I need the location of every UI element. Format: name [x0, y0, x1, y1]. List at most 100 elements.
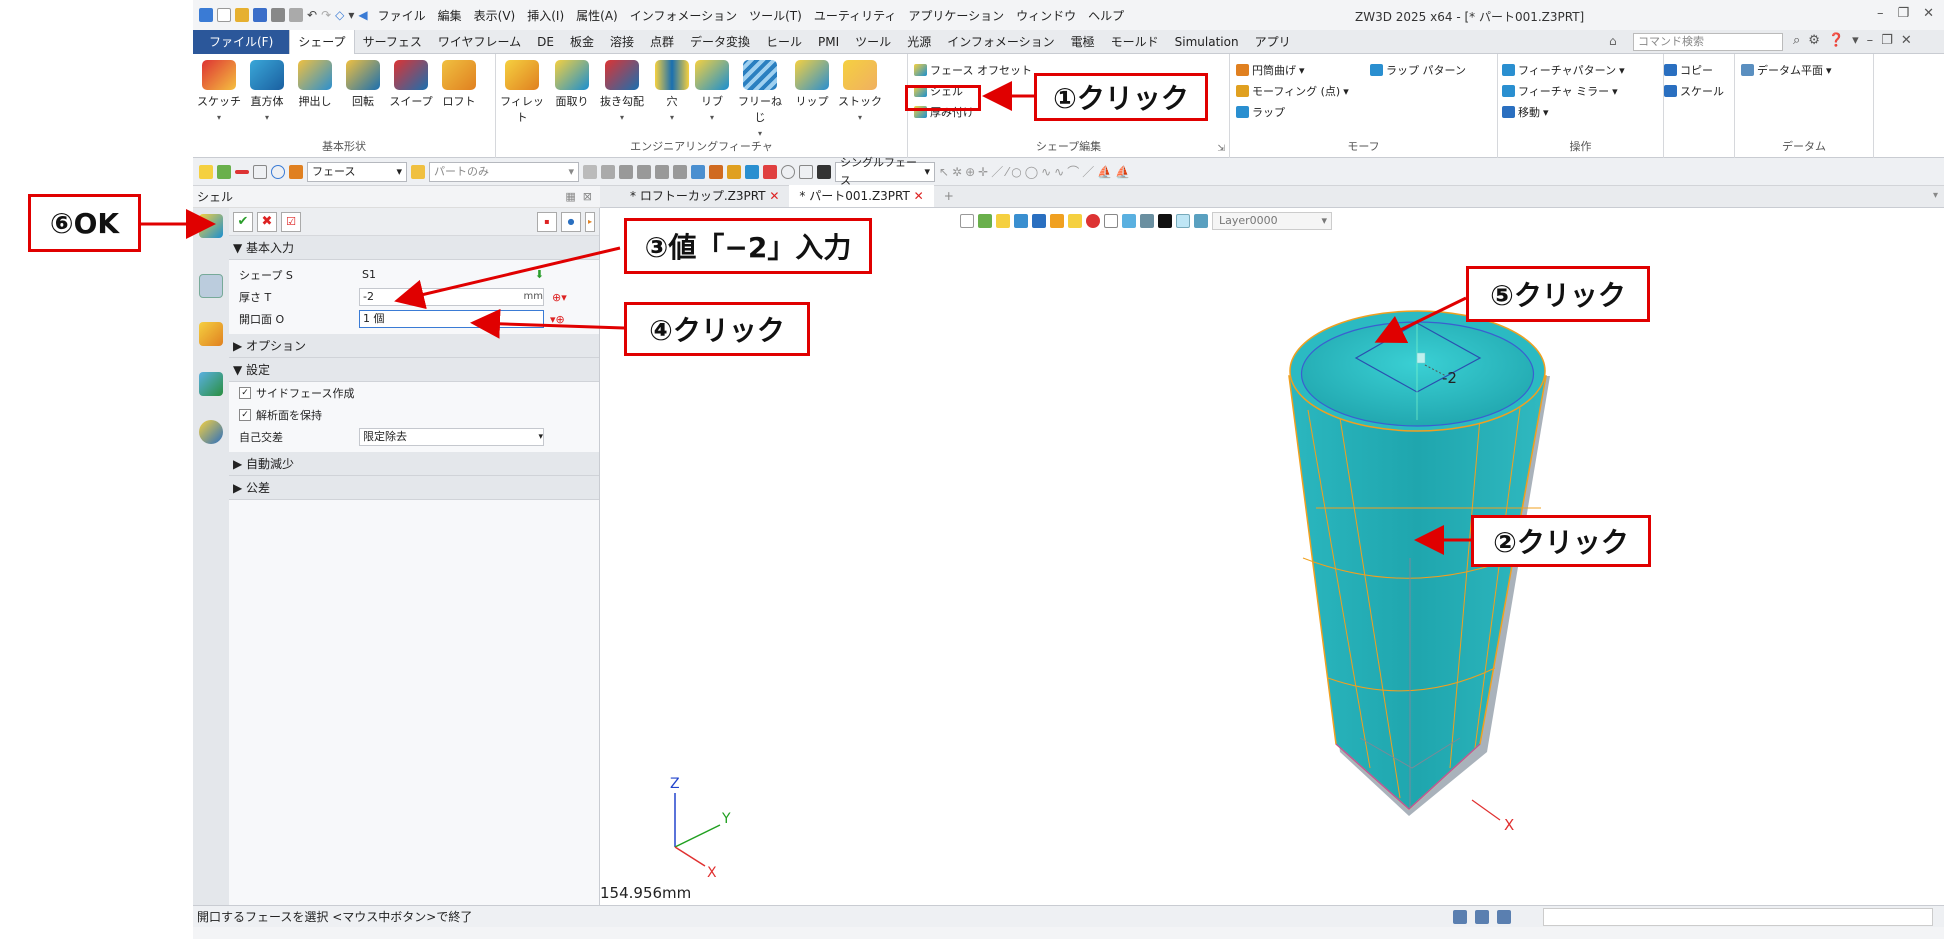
history-icon[interactable] [199, 274, 223, 298]
menu-window[interactable]: ウィンドウ [1016, 7, 1076, 24]
ok-button[interactable]: ✔ [233, 211, 253, 232]
section-settings[interactable]: ▼ 設定 [229, 358, 599, 382]
status-icon-3[interactable] [1497, 910, 1511, 924]
tab-sheetmetal[interactable]: 板金 [562, 30, 602, 54]
scope-combo[interactable]: パートのみ ▾ [429, 161, 579, 182]
section-tolerance[interactable]: ▶ 公差 [229, 476, 599, 500]
repeat-icon[interactable]: ◇ [335, 8, 344, 22]
morph-point-button[interactable]: モーフィング (点) ▾ [1236, 83, 1349, 99]
stock-button[interactable]: ストック ▾ [836, 60, 884, 122]
menu-info[interactable]: インフォメーション [630, 7, 737, 24]
tab-information[interactable]: インフォメーション [939, 30, 1062, 54]
tb-icon-7[interactable] [691, 164, 705, 179]
tb-icon-2[interactable] [601, 164, 615, 179]
command-search-input[interactable]: コマンド検索 [1633, 33, 1783, 51]
panel-option-icon-3[interactable]: ▸ [585, 211, 595, 232]
section-options[interactable]: ▶ オプション [229, 334, 599, 358]
cylinder-bend-button[interactable]: 円筒曲げ ▾ [1236, 62, 1305, 78]
feature-pattern-button[interactable]: フィーチャパターン ▾ [1502, 62, 1625, 78]
fillet-button[interactable]: フィレット [498, 60, 546, 125]
minimize-icon[interactable]: – [1877, 6, 1884, 21]
rib-button[interactable]: リブ ▾ [688, 60, 736, 122]
new-icon[interactable] [217, 8, 231, 22]
tab-weld[interactable]: 溶接 [602, 30, 642, 54]
new-tab-button[interactable]: + [934, 185, 964, 207]
tab-app[interactable]: アプリ [1247, 30, 1299, 54]
user-icon[interactable] [199, 420, 223, 444]
lip-button[interactable]: リップ [788, 60, 836, 109]
tab-file[interactable]: ファイル(F) [193, 29, 290, 54]
tb-icon-12[interactable] [781, 164, 795, 179]
assembly-icon[interactable] [199, 322, 223, 346]
menu-tools[interactable]: ツール(T) [749, 7, 802, 24]
pick-mode-icon[interactable] [199, 164, 213, 179]
ribbon-dropdown-icon[interactable]: ▾ [1852, 33, 1859, 48]
tab-electrode[interactable]: 電極 [1063, 30, 1103, 54]
undo-icon[interactable]: ↶ [307, 8, 317, 22]
shape-manager-icon[interactable] [199, 214, 223, 238]
tab-tools[interactable]: ツール [847, 30, 899, 54]
shape-field[interactable]: S1 ⬇ [359, 266, 544, 284]
filter-combo[interactable]: フェース ▾ [307, 161, 407, 182]
tb-icon-11[interactable] [763, 164, 777, 179]
wrap-button[interactable]: ラップ [1236, 104, 1285, 120]
menu-file[interactable]: ファイル [378, 7, 426, 24]
search-icon[interactable]: ⌕ [1793, 33, 1800, 48]
draft-button[interactable]: 抜き勾配 ▾ [598, 60, 646, 122]
tb-icon-13[interactable] [799, 164, 813, 179]
snap-icons[interactable]: ↖✲⊕✛／⁄○◯∿∿⌒／⛵⛵ [939, 163, 1133, 180]
menu-application[interactable]: アプリケーション [908, 7, 1004, 24]
collapse-ribbon-icon[interactable]: ⌂ [1609, 34, 1617, 48]
tb-icon-4[interactable] [637, 164, 651, 179]
section-auto-reduce[interactable]: ▶ 自動減少 [229, 452, 599, 476]
tab-wireframe[interactable]: ワイヤフレーム [430, 30, 529, 54]
menu-edit[interactable]: 編集 [438, 7, 462, 24]
sweep-button[interactable]: スイープ [387, 60, 435, 109]
status-icon-2[interactable] [1475, 910, 1489, 924]
remove-icon[interactable] [235, 169, 249, 174]
tb-icon-9[interactable] [727, 164, 741, 179]
menu-insert[interactable]: 挿入(I) [527, 7, 564, 24]
print-icon[interactable] [271, 8, 285, 22]
box-button[interactable]: 直方体 ▾ [243, 60, 291, 122]
close-icon[interactable]: ✕ [1923, 6, 1934, 21]
status-input[interactable] [1543, 908, 1933, 926]
free-thread-button[interactable]: フリーねじ ▾ [736, 60, 784, 138]
thickness-target-icon[interactable]: ⊕▾ [552, 291, 567, 304]
tab-heal[interactable]: ヒール [758, 30, 810, 54]
tab-shape[interactable]: シェープ [289, 29, 355, 54]
revolve-button[interactable]: 回転 [339, 60, 387, 109]
qat-dropdown-icon[interactable]: ▾ [348, 8, 354, 22]
menu-help[interactable]: ヘルプ [1088, 7, 1124, 24]
tab-mold[interactable]: モールド [1103, 30, 1167, 54]
extrude-button[interactable]: 押出し [291, 60, 339, 109]
tb-icon-6[interactable] [673, 164, 687, 179]
status-icon-1[interactable] [1453, 910, 1467, 924]
apply-button[interactable]: ☑ [281, 211, 301, 232]
open-icon[interactable] [235, 8, 249, 22]
tb-icon-14[interactable] [817, 164, 831, 179]
tab-de[interactable]: DE [529, 30, 562, 54]
add-icon[interactable] [217, 164, 231, 179]
menu-attribute[interactable]: 属性(A) [576, 7, 618, 24]
tb-icon-3[interactable] [619, 164, 633, 179]
self-intersect-select[interactable]: 限定除去 ▾ [359, 428, 544, 446]
shape-pick-icon[interactable]: ⬇ [535, 267, 544, 283]
tb-icon-10[interactable] [745, 164, 759, 179]
panel-option-icon-2[interactable]: ● [561, 211, 581, 232]
panel-option-icon-1[interactable]: ▪ [537, 211, 557, 232]
scale-button[interactable]: スケール [1664, 83, 1724, 99]
panel-close-icon[interactable]: ⊠ [583, 190, 592, 203]
pick-combo[interactable]: シングルフェース ▾ [835, 156, 935, 187]
doc-minimize-icon[interactable]: – [1867, 33, 1874, 48]
menu-view[interactable]: 表示(V) [474, 7, 516, 24]
tab-list-icon[interactable]: ▾ [1933, 185, 1938, 207]
opening-pick-icon[interactable]: ▾⊕ [550, 313, 565, 326]
tab-data-convert[interactable]: データ変換 [682, 30, 758, 54]
side-face-checkbox[interactable]: ✓ [239, 387, 251, 399]
doc-tab-close-icon[interactable]: ✕ [769, 189, 779, 203]
loft-button[interactable]: ロフト [435, 60, 483, 109]
datum-plane-button[interactable]: データム平面 ▾ [1741, 62, 1832, 78]
tb-icon-8[interactable] [709, 164, 723, 179]
thickness-input[interactable]: -2 mm [359, 288, 544, 306]
